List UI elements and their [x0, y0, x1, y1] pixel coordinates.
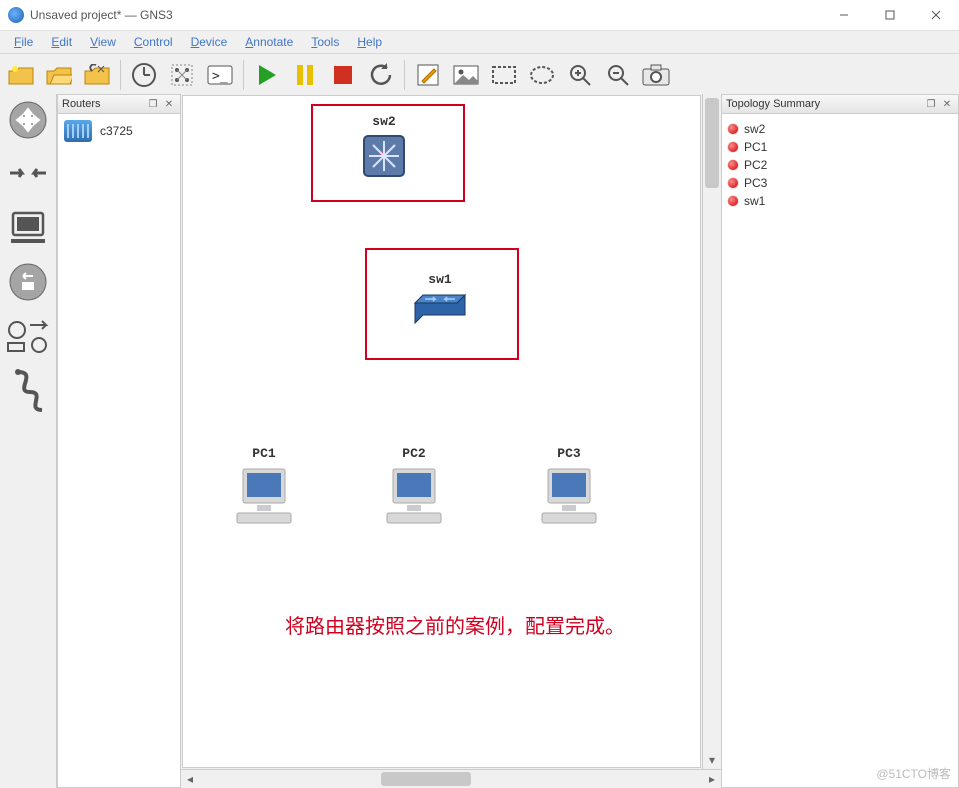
annotate-ellipse-button[interactable] — [525, 58, 559, 92]
app-icon — [8, 7, 24, 23]
node-pc3[interactable]: PC3 — [538, 446, 600, 527]
device-enddevice-button[interactable] — [6, 206, 50, 250]
scrollbar-thumb[interactable] — [705, 98, 719, 188]
menu-tools[interactable]: Tools — [303, 33, 347, 51]
topology-summary-title: Topology Summary — [726, 98, 820, 110]
panel-close-icon[interactable]: ✕ — [162, 97, 176, 111]
routers-panel-header[interactable]: Routers ❐ ✕ — [58, 95, 180, 114]
snapshot-button[interactable] — [127, 58, 161, 92]
topology-summary-header[interactable]: Topology Summary ❐ ✕ — [722, 95, 958, 114]
console-button[interactable]: >_ — [203, 58, 237, 92]
device-security-button[interactable] — [6, 260, 50, 304]
switch-icon — [413, 291, 467, 325]
router-icon — [64, 120, 92, 142]
topology-item[interactable]: PC1 — [728, 138, 952, 156]
topology-item[interactable]: PC3 — [728, 174, 952, 192]
topology-item-label: PC3 — [744, 176, 767, 190]
show-labels-button[interactable] — [165, 58, 199, 92]
topology-item-label: sw1 — [744, 194, 765, 208]
canvas-area: sw2 sw1 PC1 PC2 — [181, 94, 721, 788]
window-title: Unsaved project* — GNS3 — [30, 8, 173, 22]
node-sw1[interactable]: sw1 — [413, 272, 467, 325]
scrollbar-thumb[interactable] — [381, 772, 471, 786]
add-link-button[interactable] — [6, 368, 50, 412]
titlebar: Unsaved project* — GNS3 — [0, 0, 959, 31]
device-switch-button[interactable] — [6, 152, 50, 196]
panel-close-icon[interactable]: ✕ — [940, 97, 954, 111]
pc-icon — [538, 465, 600, 527]
topology-item-label: PC2 — [744, 158, 767, 172]
menu-file[interactable]: File — [6, 33, 41, 51]
node-pc3-label: PC3 — [557, 446, 580, 461]
menu-edit[interactable]: Edit — [43, 33, 80, 51]
watermark: @51CTO博客 — [876, 765, 951, 782]
horizontal-scrollbar[interactable]: ◂ ▸ — [181, 769, 721, 788]
node-pc2[interactable]: PC2 — [383, 446, 445, 527]
stop-all-button[interactable] — [326, 58, 360, 92]
menu-view[interactable]: View — [82, 33, 124, 51]
menubar: File Edit View Control Device Annotate T… — [0, 31, 959, 53]
multilayer-switch-icon — [361, 133, 407, 179]
device-toolbar — [0, 94, 57, 788]
topology-item[interactable]: PC2 — [728, 156, 952, 174]
topology-item[interactable]: sw2 — [728, 120, 952, 138]
routers-panel-title: Routers — [62, 98, 101, 110]
panel-float-icon[interactable]: ❐ — [146, 97, 160, 111]
screenshot-button[interactable] — [639, 58, 673, 92]
pause-all-button[interactable] — [288, 58, 322, 92]
window-maximize-button[interactable] — [867, 0, 913, 30]
panel-float-icon[interactable]: ❐ — [924, 97, 938, 111]
window-minimize-button[interactable] — [821, 0, 867, 30]
device-all-button[interactable] — [6, 314, 50, 358]
device-router-button[interactable] — [6, 98, 50, 142]
annotate-note-button[interactable] — [411, 58, 445, 92]
topology-summary-body: sw2 PC1 PC2 PC3 sw1 — [722, 114, 958, 787]
menu-help[interactable]: Help — [349, 33, 390, 51]
window-close-button[interactable] — [913, 0, 959, 30]
topology-canvas[interactable]: sw2 sw1 PC1 PC2 — [182, 95, 701, 768]
zoom-in-button[interactable] — [563, 58, 597, 92]
reload-all-button[interactable] — [364, 58, 398, 92]
topology-item-label: PC1 — [744, 140, 767, 154]
node-pc1-label: PC1 — [252, 446, 275, 461]
node-sw1-label: sw1 — [428, 272, 451, 287]
zoom-out-button[interactable] — [601, 58, 635, 92]
router-template-item[interactable]: c3725 — [64, 120, 174, 142]
pc-icon — [233, 465, 295, 527]
status-led-icon — [728, 196, 738, 206]
routers-panel-body: c3725 — [58, 114, 180, 787]
new-project-button[interactable] — [4, 58, 38, 92]
main-toolbar: >_ — [0, 53, 959, 97]
topology-item-label: sw2 — [744, 122, 765, 136]
scroll-down-icon[interactable]: ▾ — [703, 751, 721, 769]
status-led-icon — [728, 124, 738, 134]
start-all-button[interactable] — [250, 58, 284, 92]
topology-item[interactable]: sw1 — [728, 192, 952, 210]
vertical-scrollbar[interactable]: ▴ ▾ — [702, 94, 721, 769]
scroll-right-icon[interactable]: ▸ — [703, 770, 721, 788]
pc-icon — [383, 465, 445, 527]
node-sw2[interactable]: sw2 — [361, 114, 407, 179]
routers-panel: Routers ❐ ✕ c3725 — [57, 94, 181, 788]
svg-text:>_: >_ — [212, 69, 228, 84]
router-template-label: c3725 — [100, 124, 133, 138]
annotate-image-button[interactable] — [449, 58, 483, 92]
node-pc2-label: PC2 — [402, 446, 425, 461]
menu-annotate[interactable]: Annotate — [237, 33, 301, 51]
annotate-rect-button[interactable] — [487, 58, 521, 92]
status-led-icon — [728, 142, 738, 152]
node-sw2-label: sw2 — [372, 114, 395, 129]
scroll-left-icon[interactable]: ◂ — [181, 770, 199, 788]
save-project-button[interactable] — [80, 58, 114, 92]
menu-device[interactable]: Device — [183, 33, 236, 51]
topology-summary-panel: Topology Summary ❐ ✕ sw2 PC1 PC2 PC3 sw1 — [721, 94, 959, 788]
annotation-text: 将路由器按照之前的案例，配置完成。 — [285, 610, 625, 639]
status-led-icon — [728, 178, 738, 188]
open-project-button[interactable] — [42, 58, 76, 92]
node-pc1[interactable]: PC1 — [233, 446, 295, 527]
status-led-icon — [728, 160, 738, 170]
menu-control[interactable]: Control — [126, 33, 181, 51]
